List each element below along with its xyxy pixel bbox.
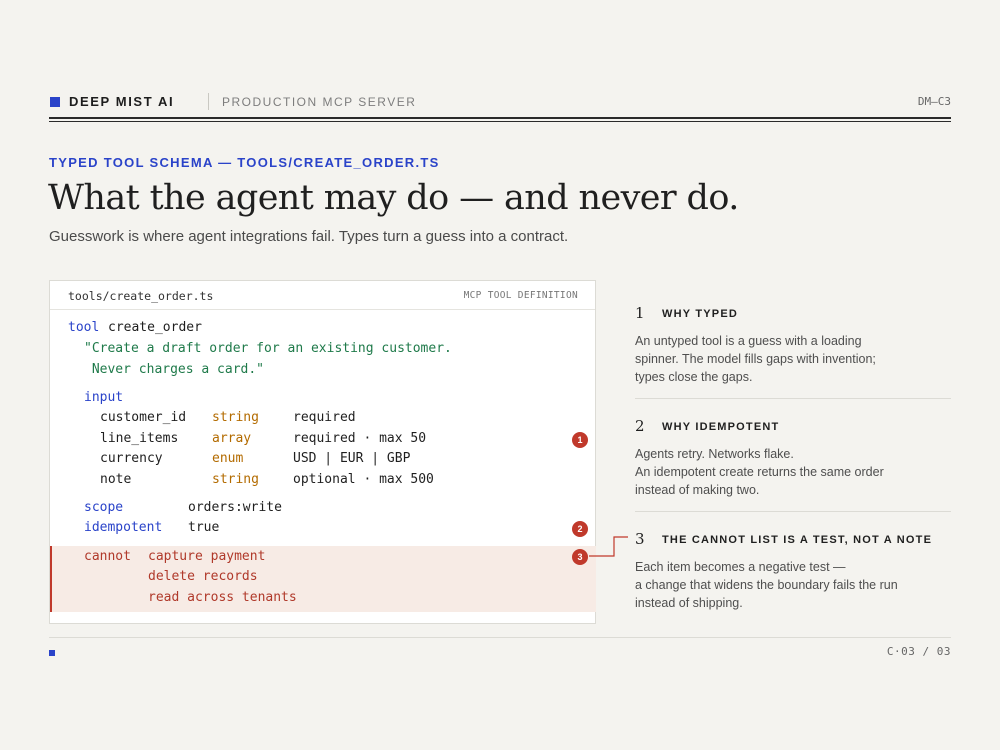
note-why-idempotent: 2 WHY IDEMPOTENT Agents retry. Networks … [635,417,951,499]
footer-square-icon [49,650,55,656]
note-line: Agents retry. Networks flake. [635,447,794,461]
note-body: An untyped tool is a guess with a loadin… [635,332,951,386]
note-line: a change that widens the boundary fails … [635,578,898,592]
note-line: spinner. The model fills gaps with inven… [635,352,876,366]
note-line: types close the gaps. [635,370,753,384]
note-line: instead of making two. [635,483,760,497]
page-number: C·03 / 03 [886,645,951,658]
note-number: 3 [635,530,645,548]
note-divider [635,511,951,512]
note-why-typed: 1 WHY TYPED An untyped tool is a guess w… [635,304,951,386]
note-line: An idempotent create returns the same or… [635,465,884,479]
note-title: WHY IDEMPOTENT [662,421,780,433]
note-number: 2 [635,417,645,435]
note-body: Each item becomes a negative test — a ch… [635,558,951,612]
note-number: 1 [635,304,645,322]
note-line: instead of shipping. [635,596,743,610]
footer-rule [49,637,951,638]
note-body: Agents retry. Networks flake. An idempot… [635,445,951,499]
note-divider [635,398,951,399]
note-line: Each item becomes a negative test — [635,560,846,574]
note-title: WHY TYPED [662,308,738,320]
note-line: An untyped tool is a guess with a loadin… [635,334,862,348]
note-cannot-list: 3 THE CANNOT LIST IS A TEST, NOT A NOTE … [635,530,951,612]
note-title: THE CANNOT LIST IS A TEST, NOT A NOTE [662,534,933,546]
